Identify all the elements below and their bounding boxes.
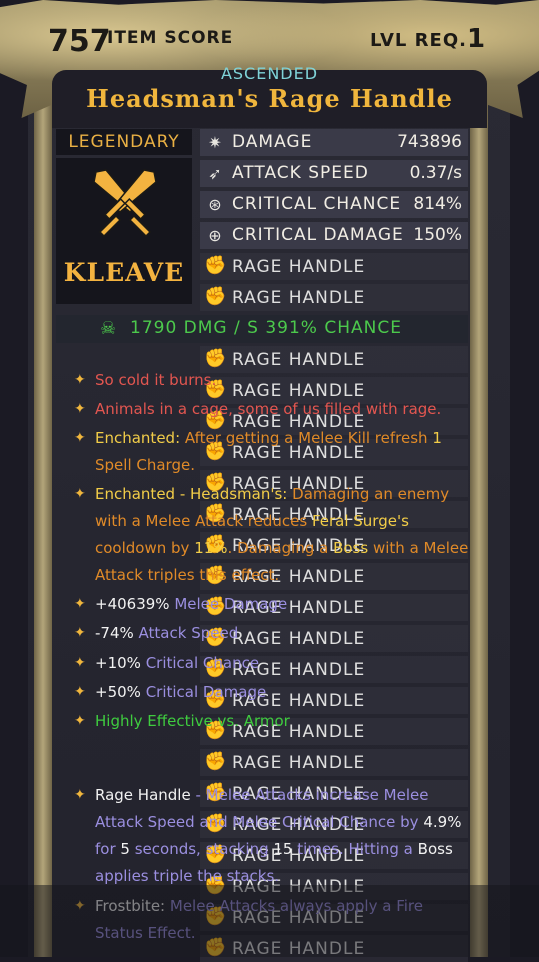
rage-handle-row: ✊RAGE HANDLE <box>200 284 468 311</box>
damage-icon: ✷ <box>208 133 222 152</box>
flavor-text-1: So cold it burns. <box>95 371 217 389</box>
bullet-icon: ✦ <box>74 401 86 417</box>
crit-chance-icon: ⊛ <box>208 195 222 214</box>
stat-damage: ✷ DAMAGE 743896 <box>200 129 468 156</box>
skull-icon: ☠ <box>100 318 117 339</box>
brand-name: KLEAVE <box>63 258 185 287</box>
bullet-icon: ✦ <box>74 430 86 446</box>
enchant-refresh: Enchanted: After getting a Melee Kill re… <box>95 429 442 474</box>
attack-speed-icon: ➶ <box>208 164 222 183</box>
rage-handle-row: ✊RAGE HANDLE <box>200 253 468 280</box>
level-req-label: LVL REQ. <box>370 30 467 51</box>
bullet-icon: ✦ <box>74 655 86 671</box>
flavor-text-2: Animals in a cage, some of us filled wit… <box>95 400 442 418</box>
bullet-icon: ✦ <box>74 486 86 502</box>
stat-critical-damage: ⊕ CRITICAL DAMAGE 150% <box>200 222 468 249</box>
stat-attack-speed-mod: -74% Attack Speed <box>95 624 239 642</box>
bullet-icon: ✦ <box>74 372 86 388</box>
bullet-icon: ✦ <box>74 684 86 700</box>
rarity-label: LEGENDARY <box>56 129 192 155</box>
stat-crit-damage-mod: +50% Critical Damage <box>95 683 267 701</box>
stat-armor: Highly Effective vs. Armor <box>95 712 290 730</box>
fist-icon: ✊ <box>204 286 227 307</box>
level-req-value: 1 <box>467 24 486 54</box>
bullet-icon: ✦ <box>74 787 86 803</box>
stat-attack-speed: ➶ ATTACK SPEED 0.37/s <box>200 160 468 187</box>
bullet-icon: ✦ <box>74 596 86 612</box>
stat-melee-damage: +40639% Melee Damage <box>95 595 288 613</box>
bullet-icon: ✦ <box>74 625 86 641</box>
fist-icon: ✊ <box>204 348 227 369</box>
rage-handle-effect: Rage Handle - Melee Attacks increase Mel… <box>95 786 462 885</box>
dps-bar: ☠ 1790 DMG / S 391% CHANCE <box>56 315 468 343</box>
enchant-headsman: Enchanted - Headsman's: Damaging an enem… <box>95 485 469 584</box>
stat-critical-chance: ⊛ CRITICAL CHANCE 814% <box>200 191 468 218</box>
item-score-value: 757 <box>48 24 111 59</box>
item-name: Headsman's Rage Handle <box>86 84 453 113</box>
crit-damage-icon: ⊕ <box>208 226 222 245</box>
item-tier: ASCENDED <box>220 64 319 83</box>
crossed-swords-icon <box>93 169 157 238</box>
stat-crit-chance-mod: +10% Critical Chance <box>95 654 260 672</box>
bottom-fade <box>0 885 539 957</box>
bullet-icon: ✦ <box>74 713 86 729</box>
fist-icon: ✊ <box>204 255 227 276</box>
rage-handle-row: ✊RAGE HANDLE <box>200 749 468 776</box>
frame-left <box>34 100 52 957</box>
item-score-label: ITEM SCORE <box>107 28 234 48</box>
fist-icon: ✊ <box>204 751 227 772</box>
weapon-icon-box: KLEAVE <box>56 158 192 304</box>
